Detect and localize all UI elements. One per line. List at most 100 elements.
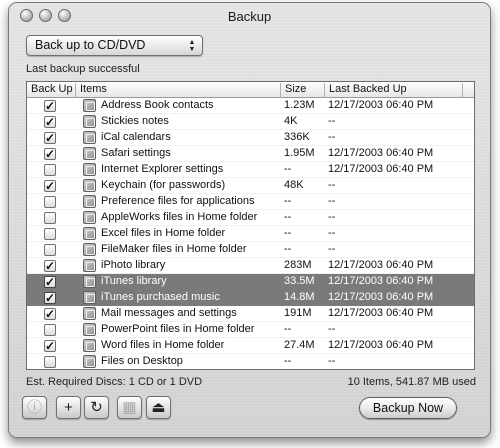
item-icon [83, 163, 96, 176]
item-size: -- [284, 163, 292, 175]
backup-items-table: Back Up Items Size Last Backed Up ✓ Addre… [26, 81, 475, 370]
backup-now-button[interactable]: Backup Now [359, 397, 457, 419]
backup-checkbox[interactable]: ✓ [44, 340, 56, 352]
item-name: Word files in Home folder [101, 339, 225, 351]
backup-checkbox[interactable] [44, 196, 56, 208]
table-row[interactable]: ✓ Stickies notes 4K -- [27, 114, 474, 130]
info-button[interactable]: ⓘ [22, 396, 47, 419]
item-size: 33.5M [284, 275, 315, 287]
item-name: iCal calendars [101, 131, 171, 143]
item-size: -- [284, 211, 292, 223]
item-name: AppleWorks files in Home folder [101, 211, 258, 223]
table-row[interactable]: Excel files in Home folder -- -- [27, 226, 474, 242]
refresh-icon: ↻ [90, 399, 103, 416]
column-header-size[interactable]: Size [280, 83, 324, 98]
backup-checkbox[interactable] [44, 164, 56, 176]
item-icon [83, 99, 96, 112]
item-last-backed-up: -- [328, 227, 336, 239]
item-size: 14.8M [284, 291, 315, 303]
item-icon [83, 179, 96, 192]
backup-destination-popup[interactable]: Back up to CD/DVD ▲ ▼ [26, 35, 203, 56]
item-size: 283M [284, 259, 312, 271]
item-last-backed-up: 12/17/2003 06:40 PM [328, 275, 434, 287]
window-title: Backup [227, 9, 272, 24]
title-bar[interactable]: Backup [9, 3, 490, 29]
item-last-backed-up: -- [328, 355, 336, 367]
table-row[interactable]: ✓ Address Book contacts 1.23M 12/17/2003 06… [27, 98, 474, 114]
table-row[interactable]: ✓ iTunes purchased music 14.8M 12/17/2003 0… [27, 290, 474, 306]
column-header-back-up[interactable]: Back Up [27, 83, 75, 98]
eject-icon: ⏏ [151, 399, 166, 416]
backup-checkbox[interactable]: ✓ [44, 308, 56, 320]
item-name: iPhoto library [101, 259, 166, 271]
table-row[interactable]: Internet Explorer settings -- 12/17/2003 0… [27, 162, 474, 178]
item-size: 4K [284, 115, 298, 127]
item-last-backed-up: 12/17/2003 06:40 PM [328, 339, 434, 351]
item-name: Keychain (for passwords) [101, 179, 226, 191]
table-row[interactable]: Files on Desktop -- -- [27, 354, 474, 369]
table-row[interactable]: AppleWorks files in Home folder -- -- [27, 210, 474, 226]
add-item-button[interactable]: + [56, 396, 81, 419]
table-body: ✓ Address Book contacts 1.23M 12/17/2003 06… [27, 98, 474, 369]
item-size: -- [284, 323, 292, 335]
item-last-backed-up: -- [328, 323, 336, 335]
item-icon [83, 243, 96, 256]
backup-checkbox[interactable]: ✓ [44, 292, 56, 304]
backup-checkbox[interactable] [44, 212, 56, 224]
item-icon [83, 339, 96, 352]
table-row[interactable]: ✓ iPhoto library 283M 12/17/2003 06:40 PM [27, 258, 474, 274]
backup-checkbox[interactable] [44, 244, 56, 256]
backup-checkbox[interactable]: ✓ [44, 116, 56, 128]
item-name: Files on Desktop [101, 355, 183, 367]
item-last-backed-up: -- [328, 243, 336, 255]
item-icon [83, 291, 96, 304]
item-icon [83, 259, 96, 272]
backup-checkbox[interactable] [44, 324, 56, 336]
backup-checkbox[interactable]: ✓ [44, 260, 56, 272]
item-last-backed-up: 12/17/2003 06:40 PM [328, 259, 434, 271]
item-name: Safari settings [101, 147, 171, 159]
column-header-spacer [462, 83, 474, 98]
backup-checkbox[interactable]: ✓ [44, 100, 56, 112]
info-icon: ⓘ [26, 399, 42, 416]
backup-checkbox[interactable]: ✓ [44, 148, 56, 160]
item-name: Excel files in Home folder [101, 227, 226, 239]
item-name: Preference files for applications [101, 195, 255, 207]
table-row[interactable]: ✓ Mail messages and settings 191M 12/17/200… [27, 306, 474, 322]
item-size: -- [284, 227, 292, 239]
item-last-backed-up: -- [328, 179, 336, 191]
plus-icon: + [64, 399, 73, 416]
backup-checkbox[interactable]: ✓ [44, 276, 56, 288]
item-size: 1.95M [284, 147, 315, 159]
column-header-last-backed-up[interactable]: Last Backed Up [324, 83, 462, 98]
table-row[interactable]: ✓ iTunes library 33.5M 12/17/2003 06:40 PM [27, 274, 474, 290]
item-icon [83, 355, 96, 368]
item-last-backed-up: -- [328, 115, 336, 127]
item-last-backed-up: -- [328, 211, 336, 223]
backup-checkbox[interactable]: ✓ [44, 132, 56, 144]
item-icon [83, 227, 96, 240]
table-row[interactable]: ✓ iCal calendars 336K -- [27, 130, 474, 146]
item-last-backed-up: 12/17/2003 06:40 PM [328, 291, 434, 303]
item-last-backed-up: 12/17/2003 06:40 PM [328, 163, 434, 175]
table-row[interactable]: ✓ Word files in Home folder 27.4M 12/17/200… [27, 338, 474, 354]
backup-checkbox[interactable]: ✓ [44, 180, 56, 192]
table-row[interactable]: Preference files for applications -- -- [27, 194, 474, 210]
item-name: Mail messages and settings [101, 307, 237, 319]
table-row[interactable]: PowerPoint files in Home folder -- -- [27, 322, 474, 338]
column-header-items[interactable]: Items [75, 83, 280, 98]
item-last-backed-up: 12/17/2003 06:40 PM [328, 147, 434, 159]
backup-checkbox[interactable] [44, 356, 56, 368]
disc-button[interactable]: ▦ [117, 396, 142, 419]
table-row[interactable]: ✓ Keychain (for passwords) 48K -- [27, 178, 474, 194]
backup-checkbox[interactable] [44, 228, 56, 240]
item-icon [83, 195, 96, 208]
item-last-backed-up: 12/17/2003 06:40 PM [328, 307, 434, 319]
item-last-backed-up: -- [328, 195, 336, 207]
item-icon [83, 147, 96, 160]
table-row[interactable]: FileMaker files in Home folder -- -- [27, 242, 474, 258]
table-row[interactable]: ✓ Safari settings 1.95M 12/17/2003 06:40 PM [27, 146, 474, 162]
refresh-button[interactable]: ↻ [84, 396, 109, 419]
eject-button[interactable]: ⏏ [146, 396, 171, 419]
backup-window: Backup Back up to CD/DVD ▲ ▼ Last backup … [8, 2, 491, 438]
